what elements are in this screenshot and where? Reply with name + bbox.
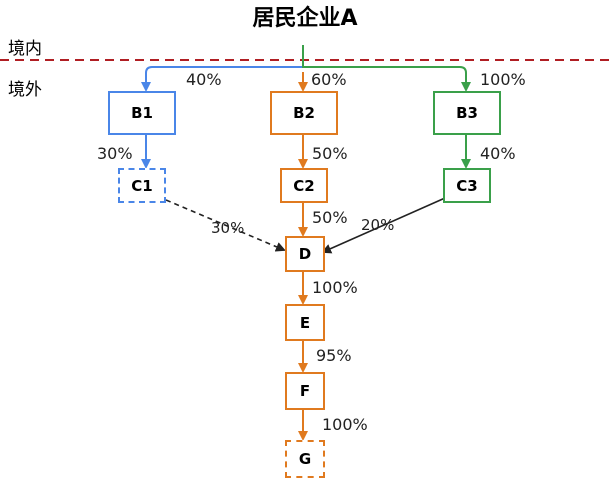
edge-a-b1 bbox=[141, 50, 304, 92]
pct-c1-d: 30% bbox=[211, 219, 245, 237]
node-g: G bbox=[285, 440, 325, 478]
node-d: D bbox=[285, 236, 325, 272]
pct-d-e: 100% bbox=[312, 278, 358, 297]
node-c2: C2 bbox=[280, 168, 328, 203]
node-b3: B3 bbox=[433, 91, 501, 135]
node-b1: B1 bbox=[108, 91, 176, 135]
pct-a-b1: 40% bbox=[186, 70, 222, 89]
pct-f-g: 100% bbox=[322, 415, 368, 434]
pct-a-b2: 60% bbox=[311, 70, 347, 89]
node-b2: B2 bbox=[270, 91, 338, 135]
node-c3: C3 bbox=[443, 168, 491, 203]
node-e: E bbox=[285, 304, 325, 341]
pct-e-f: 95% bbox=[316, 346, 352, 365]
overseas-label: 境外 bbox=[8, 80, 42, 100]
node-f: F bbox=[285, 372, 325, 410]
pct-a-b3: 100% bbox=[480, 70, 526, 89]
domestic-label: 境内 bbox=[8, 39, 42, 59]
pct-b3-c3: 40% bbox=[480, 144, 516, 163]
pct-c2-d: 50% bbox=[312, 208, 348, 227]
entity-a-title: 居民企业A bbox=[252, 6, 358, 31]
pct-b2-c2: 50% bbox=[312, 144, 348, 163]
ownership-diagram: 居民企业A 境内 境外 B1 B2 B3 C1 C2 C3 D E F G 40… bbox=[0, 0, 610, 482]
pct-b1-c1: 30% bbox=[97, 144, 133, 163]
node-c1: C1 bbox=[118, 168, 166, 203]
pct-c3-d: 20% bbox=[361, 216, 395, 234]
